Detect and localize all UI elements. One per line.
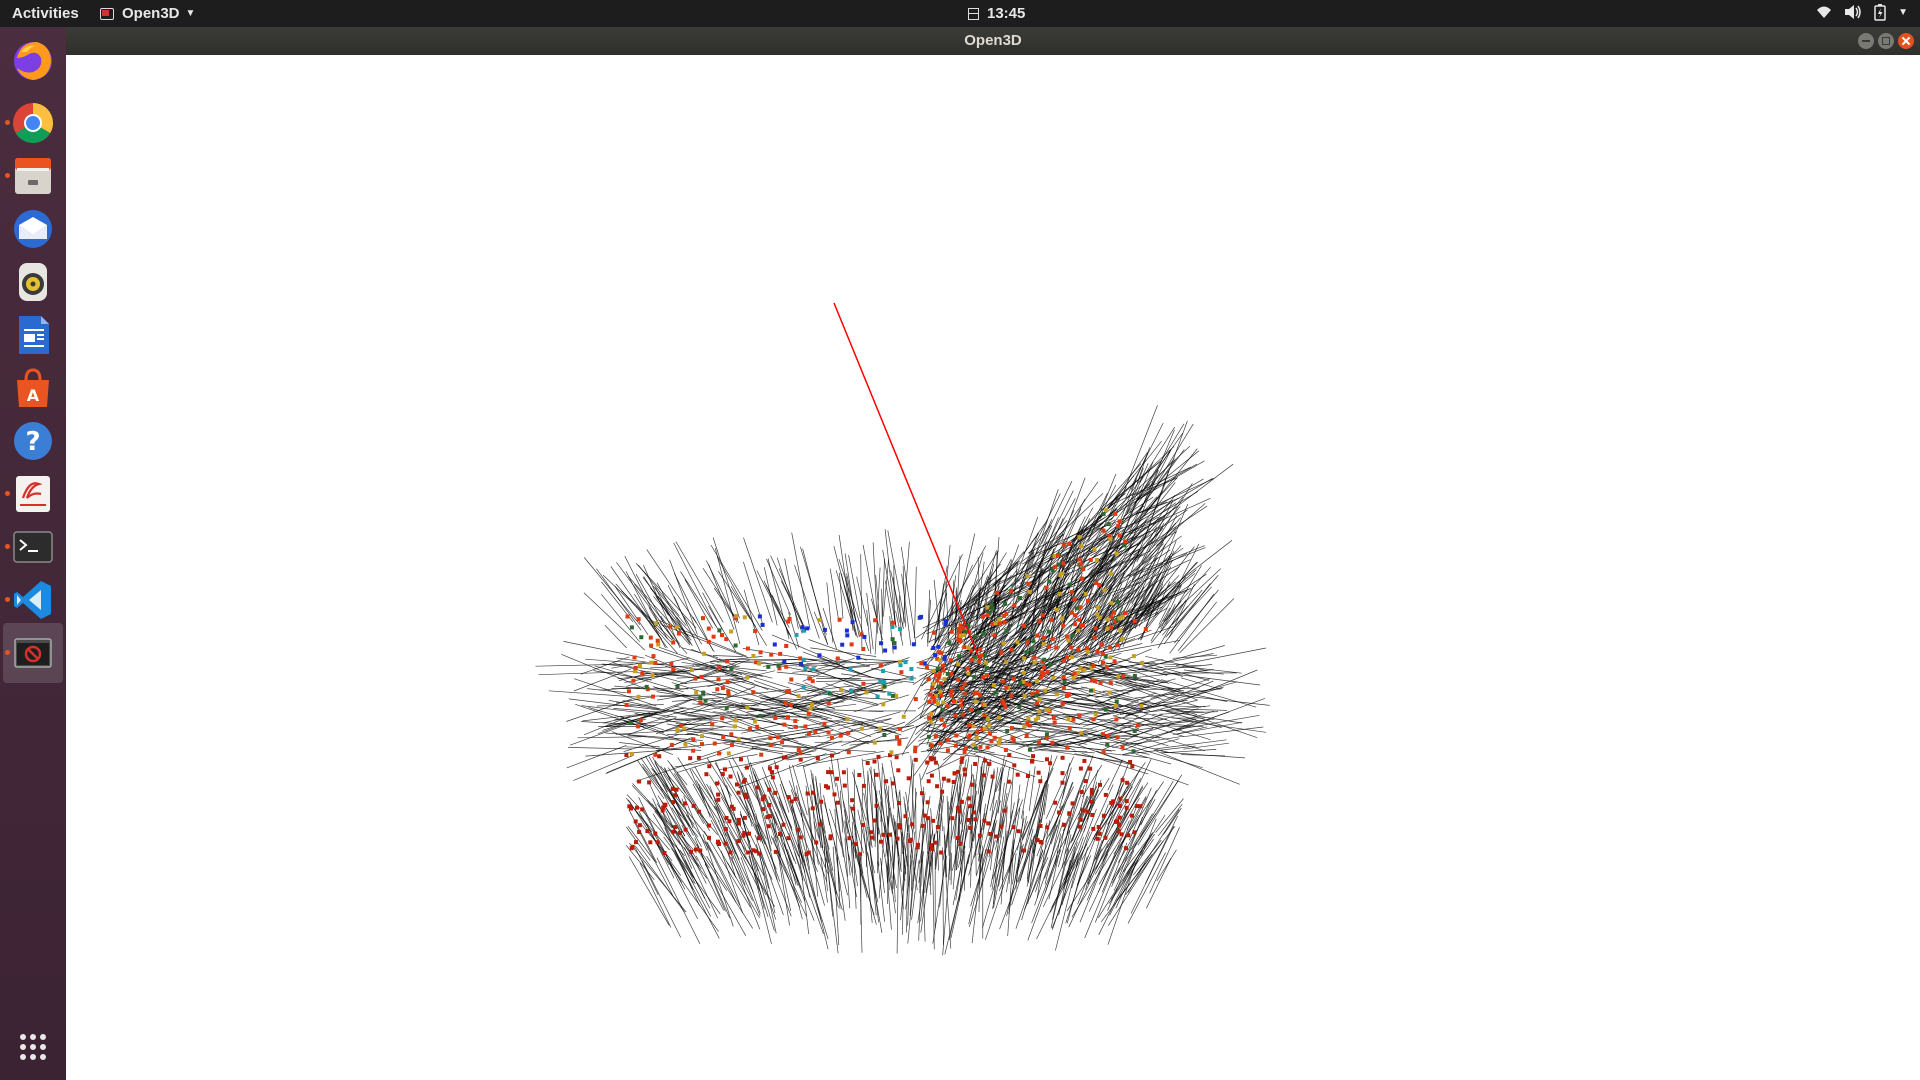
help-icon: ?	[14, 422, 52, 460]
software-icon: A	[17, 368, 49, 407]
open3d-window-icon	[14, 638, 52, 668]
app-window-icon	[100, 7, 114, 20]
running-indicator	[5, 544, 10, 549]
dock-item-chrome[interactable]	[3, 93, 63, 153]
dock-item-libreoffice-writer[interactable]	[3, 305, 63, 365]
document-viewer-icon	[16, 476, 50, 512]
chevron-down-icon: ▼	[1898, 6, 1908, 18]
dock-item-ubuntu-software[interactable]: A	[3, 358, 63, 418]
app-menu-label: Open3D	[122, 5, 180, 22]
running-indicator	[5, 597, 10, 602]
dock-item-thunderbird[interactable]	[3, 199, 63, 259]
thunderbird-icon	[14, 210, 52, 248]
svg-text:?: ?	[25, 427, 40, 457]
point-cloud-render[interactable]	[66, 55, 1920, 1080]
running-indicator	[5, 120, 10, 125]
dock-item-rhythmbox[interactable]	[3, 252, 63, 312]
window-title: Open3D	[964, 32, 1022, 49]
close-button[interactable]	[1898, 33, 1914, 49]
dock: A ?	[0, 27, 66, 1080]
writer-icon	[19, 316, 49, 354]
window-controls	[1858, 33, 1914, 49]
chevron-down-icon: ▼	[185, 8, 196, 19]
running-indicator	[5, 491, 10, 496]
dock-item-files[interactable]	[3, 146, 63, 206]
wifi-icon	[1817, 6, 1832, 18]
volume-icon	[1845, 5, 1861, 19]
calendar-icon	[968, 7, 979, 20]
files-icon	[15, 158, 51, 194]
dock-item-terminal[interactable]	[3, 517, 63, 577]
activities-button[interactable]: Activities	[12, 5, 79, 22]
running-indicator	[5, 650, 10, 655]
running-indicator	[5, 173, 10, 178]
top-bar: Activities Open3D ▼ 13:45 ▼	[0, 0, 1920, 27]
grid-icon	[20, 1034, 46, 1060]
dock-item-vscode[interactable]	[3, 570, 63, 630]
normal-lines	[535, 405, 1270, 956]
red-axis-line	[833, 302, 981, 661]
rhythmbox-icon	[19, 263, 47, 301]
clock-button[interactable]: 13:45	[968, 5, 1025, 22]
app-menu-button[interactable]: Open3D ▼	[100, 5, 195, 22]
dock-item-open3d[interactable]	[3, 623, 63, 683]
show-applications-button[interactable]	[3, 1017, 63, 1077]
open3d-viewport[interactable]	[66, 55, 1920, 1080]
dock-item-document-viewer[interactable]	[3, 464, 63, 524]
maximize-button[interactable]	[1878, 33, 1894, 49]
dock-item-firefox[interactable]	[3, 30, 63, 90]
terminal-icon	[13, 531, 53, 563]
firefox-icon	[14, 42, 52, 80]
svg-text:A: A	[27, 386, 40, 405]
window-title-bar[interactable]: Open3D	[66, 27, 1920, 55]
clock-label: 13:45	[987, 5, 1026, 22]
chrome-icon	[13, 103, 53, 143]
vscode-icon	[14, 581, 51, 619]
minimize-button[interactable]	[1858, 33, 1874, 49]
battery-icon	[1874, 4, 1886, 21]
system-status-menu[interactable]: ▼	[1816, 3, 1908, 21]
dock-item-help[interactable]: ?	[3, 411, 63, 471]
